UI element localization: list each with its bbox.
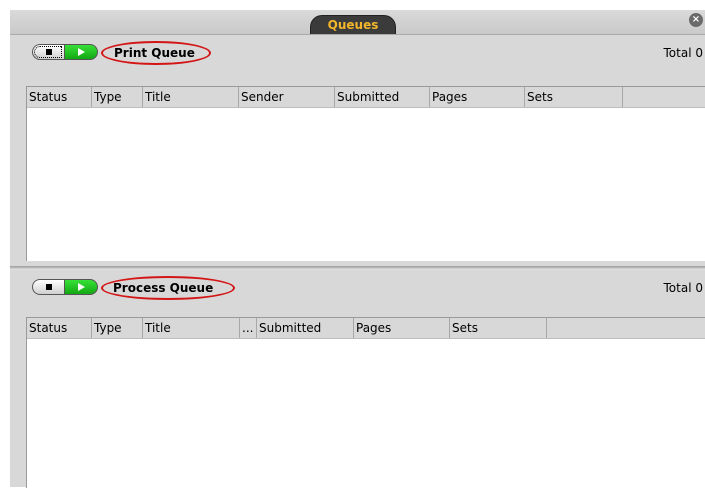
column-header-type[interactable]: Type bbox=[92, 318, 143, 338]
stop-icon bbox=[45, 284, 52, 290]
print-queue-total: Total 0 bbox=[663, 46, 703, 60]
process-queue-panel: Process Queue Total 0 Status Type Title … bbox=[10, 266, 705, 488]
process-queue-total: Total 0 bbox=[663, 281, 703, 295]
column-header-pages[interactable]: Pages bbox=[354, 318, 450, 338]
process-queue-stop-button[interactable] bbox=[32, 279, 64, 295]
print-queue-title: Print Queue bbox=[114, 46, 195, 60]
play-icon bbox=[77, 48, 85, 56]
column-header-pages[interactable]: Pages bbox=[430, 87, 525, 107]
print-queue-stop-button[interactable] bbox=[32, 44, 64, 60]
stop-icon bbox=[45, 49, 52, 55]
process-queue-table-body[interactable] bbox=[27, 339, 705, 488]
print-queue-table-body[interactable] bbox=[27, 108, 705, 261]
queues-window: Queues × Print Queue Total 0 Status Type… bbox=[10, 10, 705, 488]
print-queue-panel: Print Queue Total 0 Status Type Title Se… bbox=[10, 36, 705, 266]
print-queue-table-header: Status Type Title Sender Submitted Pages… bbox=[27, 87, 705, 108]
close-icon[interactable]: × bbox=[689, 13, 703, 27]
column-header-collapsed[interactable]: ... bbox=[240, 318, 257, 338]
process-queue-table-header: Status Type Title ... Submitted Pages Se… bbox=[27, 318, 705, 339]
print-queue-play-button[interactable] bbox=[64, 44, 98, 60]
column-header-title[interactable]: Title bbox=[143, 87, 239, 107]
process-queue-table: Status Type Title ... Submitted Pages Se… bbox=[26, 317, 705, 488]
column-header-sets[interactable]: Sets bbox=[525, 87, 623, 107]
process-queue-title: Process Queue bbox=[113, 281, 214, 295]
play-icon bbox=[77, 283, 85, 291]
process-queue-play-button[interactable] bbox=[64, 279, 98, 295]
column-header-status[interactable]: Status bbox=[27, 87, 92, 107]
print-queue-controls bbox=[32, 44, 98, 60]
column-header-submitted[interactable]: Submitted bbox=[335, 87, 430, 107]
print-queue-table: Status Type Title Sender Submitted Pages… bbox=[26, 86, 705, 261]
column-header-sets[interactable]: Sets bbox=[450, 318, 547, 338]
panel-divider[interactable] bbox=[10, 266, 705, 270]
column-header-sender[interactable]: Sender bbox=[239, 87, 335, 107]
column-header-type[interactable]: Type bbox=[92, 87, 143, 107]
process-queue-controls bbox=[32, 279, 98, 295]
column-header-submitted[interactable]: Submitted bbox=[257, 318, 354, 338]
column-header-title[interactable]: Title bbox=[143, 318, 240, 338]
window-title-tab[interactable]: Queues bbox=[310, 15, 396, 34]
column-header-status[interactable]: Status bbox=[27, 318, 92, 338]
title-bar: Queues × bbox=[10, 10, 705, 35]
